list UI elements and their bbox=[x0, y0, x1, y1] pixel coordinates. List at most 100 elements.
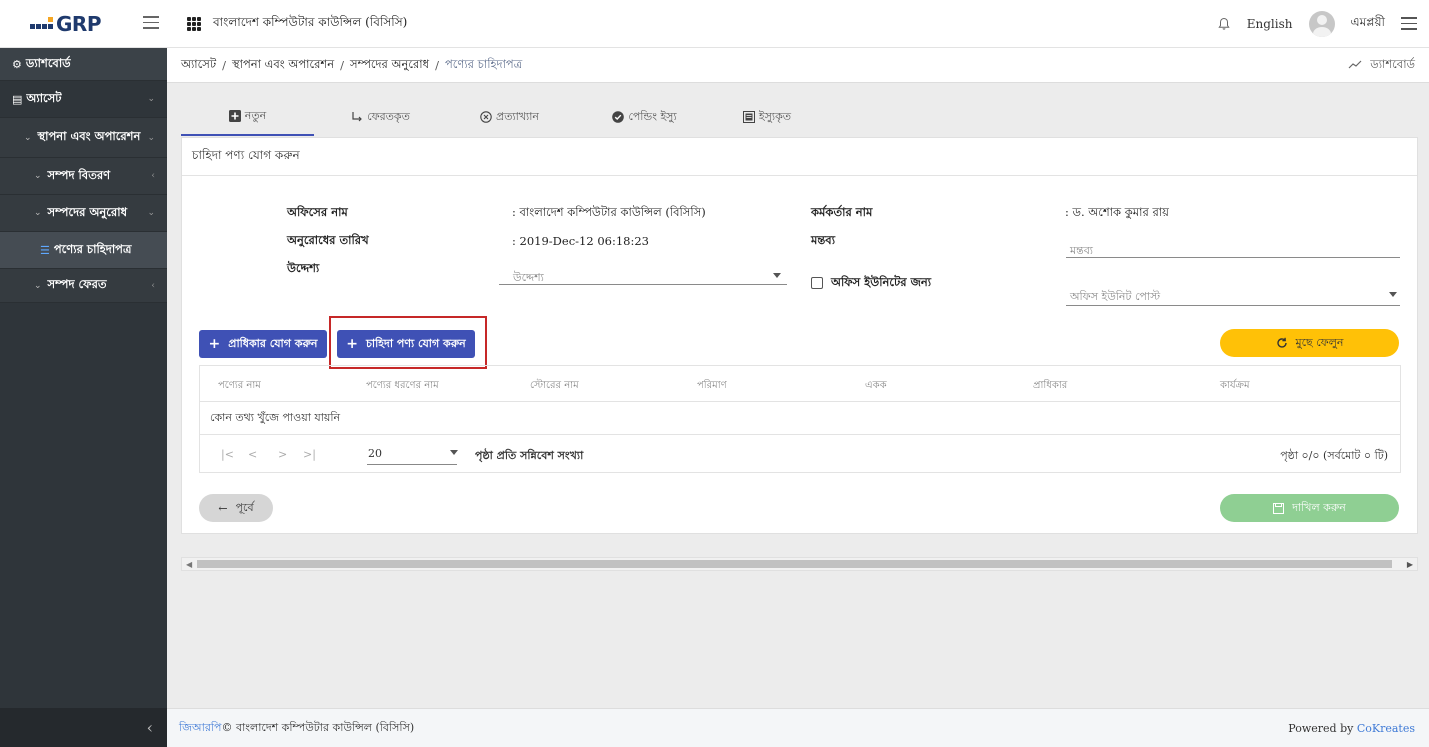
sidebar-item-request[interactable]: ⌄ সম্পদের অনুরোধ ⌄ bbox=[0, 195, 167, 232]
status-tabs: নতুন ফেরতকৃত প্রত্যাখ্যান পেন্ডিং ইস্যু … bbox=[181, 98, 817, 136]
scroll-right-icon[interactable]: ▶ bbox=[1407, 560, 1413, 569]
chevron-down-icon[interactable] bbox=[773, 273, 781, 278]
table-header: পণ্যের নাম পণ্যের ধরণের নাম স্টোরের নাম … bbox=[200, 366, 1400, 402]
column-header[interactable]: একক bbox=[865, 378, 887, 395]
column-header[interactable]: পণ্যের ধরণের নাম bbox=[366, 378, 439, 395]
sidebar-item-label: সম্পদ বিতরণ bbox=[47, 167, 111, 182]
page-size-label: পৃষ্ঠা প্রতি সন্নিবেশ সংখ্যা bbox=[475, 449, 584, 462]
footer-brand-link[interactable]: জিআরপি bbox=[179, 719, 221, 738]
prev-page-icon[interactable]: < bbox=[248, 448, 257, 461]
document-icon: ▤ bbox=[12, 92, 23, 106]
first-page-icon[interactable]: |< bbox=[221, 448, 234, 461]
apps-grid-icon[interactable] bbox=[187, 16, 201, 31]
sidebar-item-asset[interactable]: ▤ অ্যাসেট ⌄ bbox=[0, 81, 167, 118]
tab-rejected[interactable]: প্রত্যাখ্যান bbox=[447, 98, 572, 136]
requisition-card: চাহিদা পণ্য যোগ করুন অফিসের নাম : বাংলাদ… bbox=[181, 137, 1418, 534]
breadcrumb-item[interactable]: স্থাপনা এবং অপারেশন bbox=[232, 56, 334, 75]
return-arrow-icon bbox=[352, 112, 362, 122]
page-size-select[interactable]: 20 bbox=[368, 447, 382, 460]
sidebar-collapse-button[interactable]: ‹ bbox=[0, 708, 167, 747]
sidebar-item-label: স্থাপনা এবং অপারেশন bbox=[37, 129, 141, 143]
column-header[interactable]: পণ্যের নাম bbox=[218, 378, 261, 395]
chevron-down-icon: ⌄ bbox=[34, 171, 42, 181]
save-icon bbox=[1273, 502, 1285, 514]
scrollbar-thumb[interactable] bbox=[197, 560, 1392, 568]
plus-square-icon bbox=[228, 110, 241, 122]
sidebar-item-requisition[interactable]: ☰ পণ্যের চাহিদাপত্র bbox=[0, 232, 167, 269]
powered-by: Powered by CoKreates bbox=[1288, 721, 1415, 735]
chevron-down-icon: ⌄ bbox=[24, 132, 32, 143]
top-navbar: GRP বাংলাদেশ কম্পিউটার কাউন্সিল (বিসিসি)… bbox=[0, 0, 1429, 48]
sidebar-item-label: সম্পদ ফেরত bbox=[47, 277, 107, 291]
column-header[interactable]: স্টোরের নাম bbox=[530, 378, 579, 395]
sidebar-item-label: পণ্যের চাহিদাপত্র bbox=[53, 241, 132, 256]
logo-area: GRP bbox=[0, 0, 167, 48]
tab-label: ফেরতকৃত bbox=[367, 109, 410, 123]
request-date-value: : 2019-Dec-12 06:18:23 bbox=[512, 234, 649, 248]
card-title: চাহিদা পণ্য যোগ করুন bbox=[182, 138, 1417, 176]
plus-icon: + bbox=[346, 336, 358, 352]
request-date-label: অনুরোধের তারিখ bbox=[287, 233, 369, 247]
purpose-select[interactable]: উদ্দেশ্য bbox=[513, 269, 544, 288]
chevron-left-icon: ‹ bbox=[146, 718, 153, 737]
breadcrumb-item[interactable]: অ্যাসেট bbox=[181, 56, 216, 75]
tab-issued[interactable]: ইস্যুকৃত bbox=[717, 98, 817, 136]
chevron-down-icon: ⌄ bbox=[147, 132, 155, 143]
scroll-left-icon[interactable]: ◀ bbox=[186, 560, 192, 569]
sidebar-item-installation[interactable]: ⌄ স্থাপনা এবং অপারেশন ⌄ bbox=[0, 118, 167, 158]
refresh-icon bbox=[1276, 337, 1287, 348]
tab-new[interactable]: নতুন bbox=[181, 98, 314, 136]
horizontal-scrollbar[interactable]: ◀ ▶ bbox=[181, 557, 1418, 571]
tab-label: নতুন bbox=[244, 108, 267, 122]
bell-icon[interactable] bbox=[1217, 17, 1231, 31]
paginator: |< < > >| 20 পৃষ্ঠা প্রতি সন্নিবেশ সংখ্য… bbox=[200, 435, 1400, 473]
sidebar: ⚙ ড্যাশবোর্ড ▤ অ্যাসেট ⌄ ⌄ স্থাপনা এবং অ… bbox=[0, 48, 167, 708]
comment-label: মন্তব্য bbox=[811, 233, 836, 247]
sidebar-toggle-icon[interactable] bbox=[143, 13, 163, 33]
sidebar-item-return[interactable]: ⌄ সম্পদ ফেরত ‹ bbox=[0, 269, 167, 303]
sidebar-item-label: অ্যাসেট bbox=[26, 90, 62, 105]
chevron-left-icon: ‹ bbox=[151, 171, 155, 181]
grp-logo[interactable]: GRP bbox=[30, 12, 101, 36]
sidebar-item-dashboard[interactable]: ⚙ ড্যাশবোর্ড bbox=[0, 48, 167, 81]
trend-line-icon bbox=[1348, 60, 1362, 69]
chevron-down-icon: ⌄ bbox=[147, 208, 155, 218]
breadcrumb-item[interactable]: সম্পদের অনুরোধ bbox=[350, 56, 429, 75]
language-switch[interactable]: English bbox=[1247, 17, 1293, 31]
tab-returned[interactable]: ফেরতকৃত bbox=[314, 98, 447, 136]
sidebar-item-distribution[interactable]: ⌄ সম্পদ বিতরণ ‹ bbox=[0, 158, 167, 195]
submit-button[interactable]: দাখিল করুন bbox=[1220, 494, 1399, 522]
menu-icon[interactable] bbox=[1401, 17, 1417, 30]
chevron-down-icon: ⌄ bbox=[34, 280, 42, 291]
tab-label: প্রত্যাখ্যান bbox=[495, 109, 539, 123]
org-title: বাংলাদেশ কম্পিউটার কাউন্সিল (বিসিসি) bbox=[213, 14, 408, 29]
list-icon: ☰ bbox=[40, 243, 50, 257]
clear-button[interactable]: মুছে ফেলুন bbox=[1220, 329, 1399, 357]
chevron-left-icon: ‹ bbox=[151, 280, 155, 291]
column-header[interactable]: পরিমাণ bbox=[697, 378, 727, 395]
last-page-icon[interactable]: >| bbox=[303, 448, 316, 461]
avatar[interactable] bbox=[1308, 10, 1335, 37]
office-unit-checkbox[interactable] bbox=[811, 277, 823, 289]
tab-label: পেন্ডিং ইস্যু bbox=[628, 109, 677, 123]
user-name[interactable]: এমপ্লয়ী bbox=[1351, 14, 1386, 34]
requisition-table: পণ্যের নাম পণ্যের ধরণের নাম স্টোরের নাম … bbox=[199, 365, 1401, 473]
next-page-icon[interactable]: > bbox=[278, 448, 287, 461]
breadcrumb-current: পণ্যের চাহিদাপত্র bbox=[444, 56, 523, 71]
column-header[interactable]: কার্যক্রম bbox=[1220, 378, 1250, 395]
previous-button[interactable]: ← পূর্বে bbox=[199, 494, 273, 522]
purpose-label: উদ্দেশ্য bbox=[287, 261, 320, 275]
check-circle-icon bbox=[612, 111, 625, 123]
tab-pending-issue[interactable]: পেন্ডিং ইস্যু bbox=[572, 98, 717, 136]
column-header[interactable]: প্রাধিকার bbox=[1033, 378, 1067, 395]
office-name-label: অফিসের নাম bbox=[287, 205, 348, 219]
chevron-down-icon[interactable] bbox=[450, 450, 458, 455]
sidebar-item-label: সম্পদের অনুরোধ bbox=[47, 204, 128, 219]
chevron-down-icon[interactable] bbox=[1389, 292, 1397, 297]
dashboard-link[interactable]: ড্যাশবোর্ড bbox=[1348, 56, 1415, 75]
footer: জিআরপি © বাংলাদেশ কম্পিউটার কাউন্সিল (বি… bbox=[167, 708, 1429, 747]
cokreates-link[interactable]: CoKreates bbox=[1357, 722, 1415, 735]
add-requisition-item-button[interactable]: + চাহিদা পণ্য যোগ করুন bbox=[337, 330, 475, 358]
add-priority-button[interactable]: + প্রাধিকার যোগ করুন bbox=[199, 330, 327, 358]
comment-input[interactable]: মন্তব্য bbox=[1070, 242, 1093, 261]
